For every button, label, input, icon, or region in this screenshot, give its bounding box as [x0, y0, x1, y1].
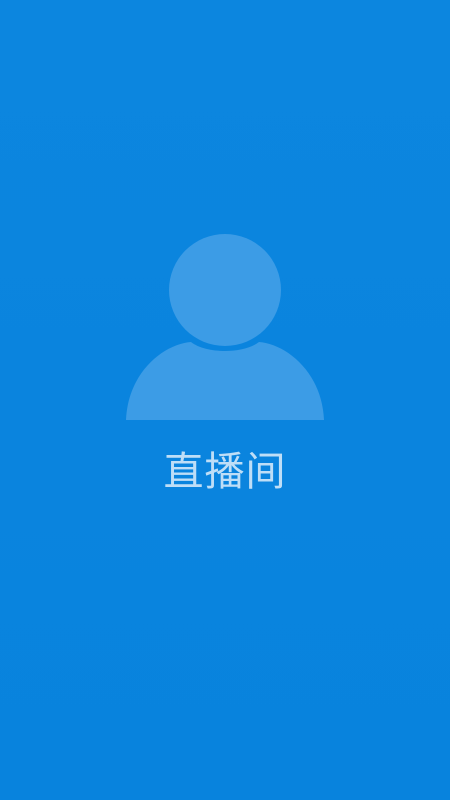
user-placeholder-icon	[126, 232, 324, 420]
live-room-screen: 直播间	[0, 0, 450, 800]
room-title: 直播间	[163, 449, 287, 495]
empty-room-placeholder: 直播间	[0, 232, 450, 502]
